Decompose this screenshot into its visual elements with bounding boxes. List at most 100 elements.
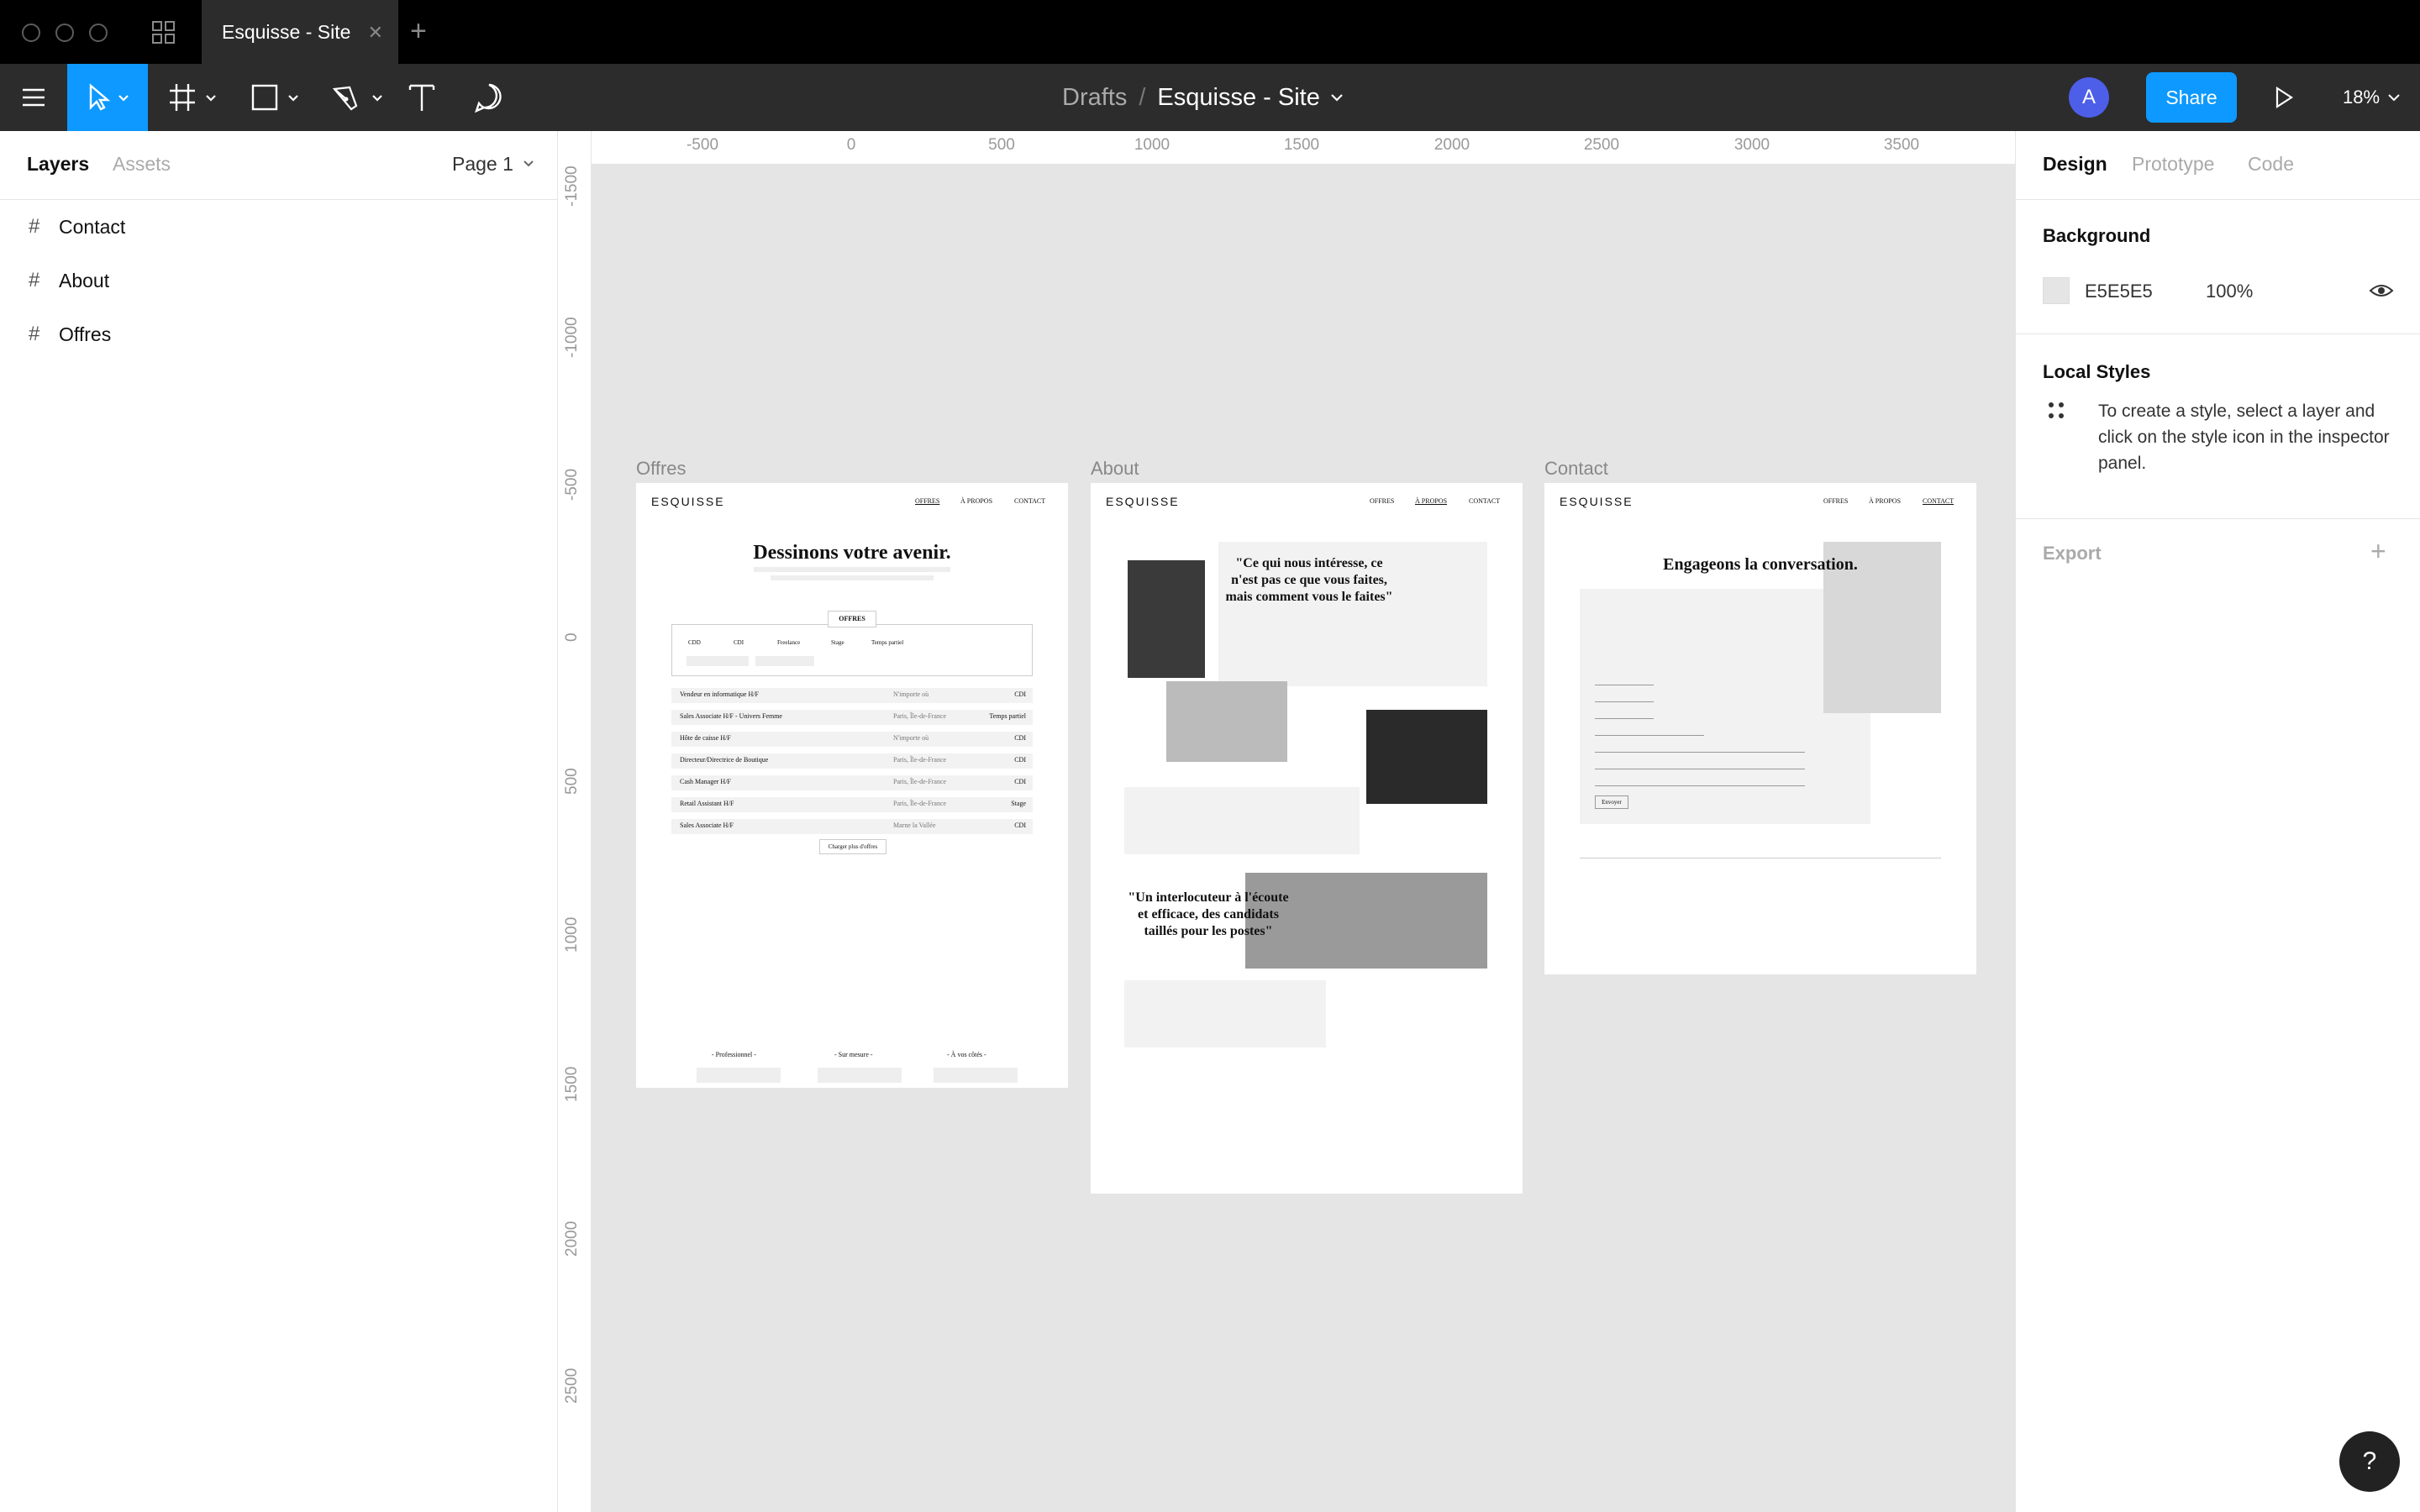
present-button[interactable] bbox=[2267, 64, 2301, 131]
portrait-image-1 bbox=[1128, 560, 1205, 678]
design-panel: Design Prototype Code Background E5E5E5 … bbox=[2015, 131, 2420, 1512]
tab-code[interactable]: Code bbox=[2248, 153, 2294, 176]
job-location: Paris, Île-de-France bbox=[893, 800, 947, 807]
breadcrumb-separator: / bbox=[1139, 83, 1146, 111]
about-quote-1: "Ce qui nous intéresse, ce n'est pas ce … bbox=[1225, 556, 1393, 604]
contact-headline: Engageons la conversation. bbox=[1663, 555, 1858, 574]
offres-headline: Dessinons votre avenir. bbox=[753, 542, 951, 564]
pillar-1: - Professionnel - bbox=[712, 1051, 756, 1058]
job-location: Paris, Île-de-France bbox=[893, 712, 947, 720]
pen-tool-button[interactable] bbox=[328, 64, 390, 131]
frame-label-offres[interactable]: Offres bbox=[636, 458, 687, 480]
layer-offres[interactable]: # Offres bbox=[29, 318, 111, 351]
close-icon[interactable]: ✕ bbox=[368, 22, 383, 44]
ruler-tick: -1500 bbox=[563, 165, 581, 207]
ruler-tick: 1000 bbox=[563, 916, 581, 953]
job-location: Marne la Vallée bbox=[893, 822, 936, 829]
pillar-3: - À vos côtés - bbox=[947, 1051, 986, 1058]
load-more-button: Charger plus d'offres bbox=[819, 839, 886, 854]
layer-about[interactable]: # About bbox=[29, 264, 109, 297]
site-nav-about: À PROPOS bbox=[960, 497, 993, 505]
job-location: N'importe où bbox=[893, 690, 929, 698]
comment-tool-button[interactable] bbox=[472, 64, 506, 131]
page-name: Page 1 bbox=[452, 153, 513, 175]
layers-panel: Layers Assets Page 1 # Contact # About # Of… bbox=[0, 131, 558, 1512]
layer-label: About bbox=[59, 269, 110, 291]
ruler-tick: 3500 bbox=[1883, 136, 1920, 154]
site-nav-about: À PROPOS bbox=[1415, 497, 1448, 505]
tab-assets[interactable]: Assets bbox=[113, 153, 171, 176]
file-name[interactable]: Esquisse - Site bbox=[1157, 84, 1319, 112]
frame-contact[interactable]: ESQUISSE OFFRES À PROPOS CONTACT Engageo… bbox=[1544, 483, 1976, 974]
pillar-2: - Sur mesure - bbox=[834, 1051, 873, 1058]
portrait-image-3 bbox=[1366, 710, 1487, 804]
canvas[interactable]: Offres ESQUISSE OFFRES À PROPOS CONTACT … bbox=[592, 165, 2015, 1512]
chevron-down-icon[interactable] bbox=[1328, 89, 1345, 106]
share-button[interactable]: Share bbox=[2146, 72, 2237, 123]
chevron-down-icon bbox=[2388, 94, 2400, 102]
job-title: Retail Assistant H/F bbox=[680, 800, 734, 807]
ruler-tick: 2000 bbox=[563, 1221, 581, 1257]
breadcrumb: Drafts / Esquisse - Site bbox=[1062, 64, 1345, 131]
site-nav-contact: CONTACT bbox=[1014, 497, 1046, 505]
local-styles-hint: To create a style, select a layer and cl… bbox=[2098, 402, 2390, 473]
file-tab[interactable]: Esquisse - Site ✕ bbox=[202, 0, 398, 64]
frame-icon: # bbox=[29, 215, 40, 238]
filter-cdi: CDI bbox=[734, 639, 744, 646]
text-tool-button[interactable] bbox=[405, 64, 439, 131]
job-title: Cash Manager H/F bbox=[680, 778, 731, 785]
ruler-tick: 2000 bbox=[1434, 136, 1470, 154]
window-zoom-button[interactable] bbox=[89, 24, 108, 42]
background-hex[interactable]: E5E5E5 bbox=[2085, 281, 2153, 302]
ruler-tick: 0 bbox=[563, 633, 581, 642]
new-tab-icon[interactable]: + bbox=[410, 15, 427, 48]
frame-about[interactable]: ESQUISSE OFFRES À PROPOS CONTACT "Ce qui… bbox=[1091, 483, 1523, 1194]
site-nav-contact: CONTACT bbox=[1469, 497, 1501, 505]
job-title: Hôte de caisse H/F bbox=[680, 734, 731, 742]
chevron-down-icon bbox=[523, 160, 534, 167]
site-logo: ESQUISSE bbox=[651, 495, 725, 508]
frame-label-about[interactable]: About bbox=[1091, 458, 1139, 480]
title-bar: Esquisse - Site ✕ + bbox=[0, 0, 2420, 64]
tab-layers[interactable]: Layers bbox=[27, 153, 89, 176]
ruler-tick: 2500 bbox=[563, 1368, 581, 1404]
job-type: CDI bbox=[1014, 822, 1026, 829]
filter-temps-partiel: Temps partiel bbox=[871, 639, 904, 646]
add-export-icon[interactable]: + bbox=[2370, 536, 2386, 567]
zoom-dropdown[interactable]: 18% bbox=[2334, 64, 2410, 131]
file-tab-label: Esquisse - Site bbox=[222, 20, 351, 43]
breadcrumb-drafts[interactable]: Drafts bbox=[1062, 84, 1127, 112]
frame-icon: # bbox=[29, 269, 40, 291]
local-styles-title: Local Styles bbox=[2043, 361, 2151, 382]
layer-contact[interactable]: # Contact bbox=[29, 210, 125, 244]
tab-design[interactable]: Design bbox=[2043, 153, 2107, 176]
job-title: Vendeur en informatique H/F bbox=[680, 690, 759, 698]
frame-label-contact[interactable]: Contact bbox=[1544, 458, 1608, 480]
site-logo: ESQUISSE bbox=[1560, 495, 1634, 508]
about-quote-2: "Un interlocuteur à l'écoute et efficace… bbox=[1128, 890, 1289, 938]
avatar[interactable]: A bbox=[2069, 77, 2109, 118]
menu-icon[interactable] bbox=[15, 64, 52, 131]
ruler-tick: 1500 bbox=[563, 1066, 581, 1102]
contact-submit-button: Envoyer bbox=[1595, 795, 1628, 809]
background-opacity[interactable]: 100% bbox=[2206, 281, 2253, 302]
move-tool-button[interactable] bbox=[67, 64, 148, 131]
window-close-button[interactable] bbox=[22, 24, 40, 42]
tab-prototype[interactable]: Prototype bbox=[2132, 153, 2214, 176]
page-selector[interactable]: Page 1 bbox=[452, 153, 535, 176]
grid-icon[interactable] bbox=[151, 20, 176, 45]
frame-tool-button[interactable] bbox=[165, 64, 224, 131]
design-panel-tabs: Design Prototype Code bbox=[2016, 131, 2420, 200]
site-nav-offres: OFFRES bbox=[1823, 497, 1849, 505]
ruler-left: -1500 -1000 -500 0 500 1000 1500 2000 25… bbox=[558, 131, 592, 1512]
help-button[interactable]: ? bbox=[2339, 1431, 2400, 1492]
offres-section-title: OFFRES bbox=[828, 611, 876, 627]
background-swatch[interactable] bbox=[2043, 277, 2070, 304]
window-minimize-button[interactable] bbox=[55, 24, 74, 42]
frame-icon bbox=[170, 84, 216, 111]
shape-tool-button[interactable] bbox=[247, 64, 306, 131]
frame-offres[interactable]: ESQUISSE OFFRES À PROPOS CONTACT Dessino… bbox=[636, 483, 1068, 1088]
job-type: Stage bbox=[1011, 800, 1026, 807]
eye-icon[interactable] bbox=[2369, 281, 2394, 301]
export-title: Export bbox=[2043, 543, 2102, 564]
